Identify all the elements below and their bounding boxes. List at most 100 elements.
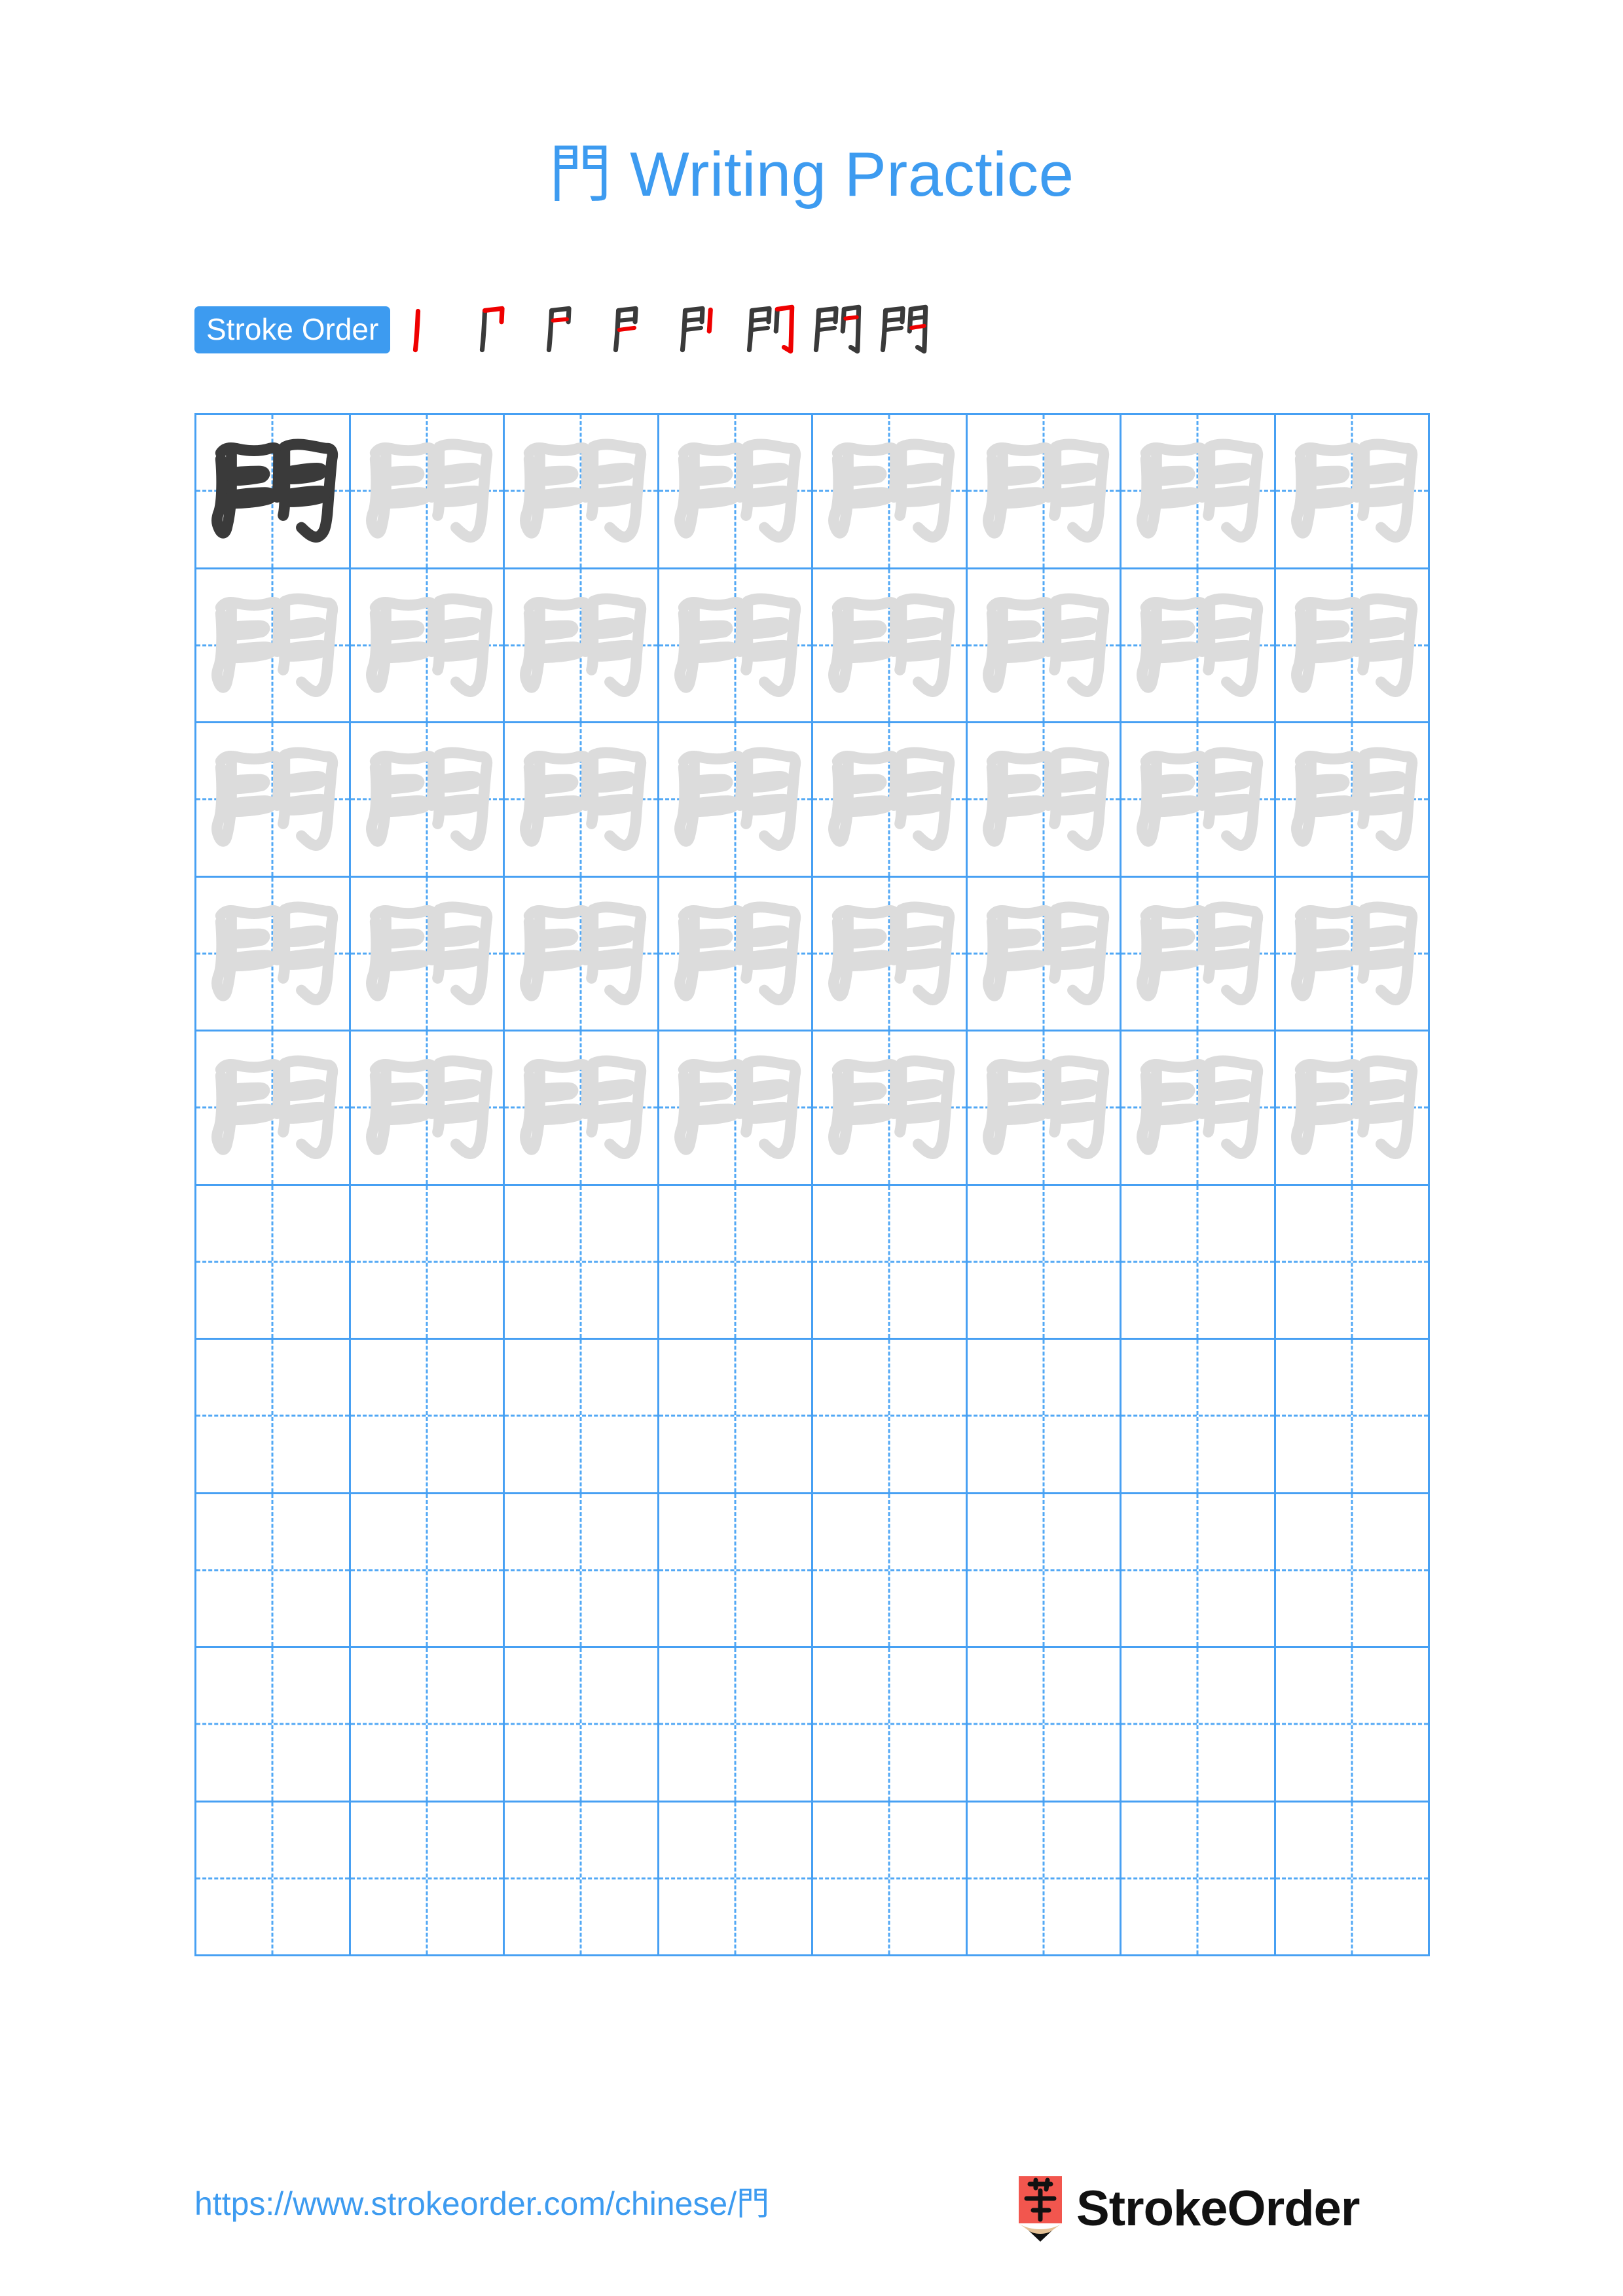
practice-cell[interactable] (659, 1648, 813, 1803)
practice-cell[interactable] (967, 1494, 1122, 1648)
character-glyph (351, 723, 503, 876)
practice-cell[interactable] (1275, 1494, 1430, 1648)
practice-cell[interactable] (505, 1648, 659, 1803)
practice-cell[interactable] (813, 1031, 968, 1186)
practice-cell[interactable] (1122, 1802, 1276, 1956)
practice-cell[interactable] (505, 415, 659, 569)
practice-cell[interactable] (505, 1494, 659, 1648)
practice-cell[interactable] (1275, 723, 1430, 878)
practice-cell[interactable] (350, 1340, 505, 1494)
practice-cell[interactable] (505, 569, 659, 723)
character-glyph (1122, 723, 1274, 876)
practice-cell[interactable] (1122, 415, 1276, 569)
practice-cell[interactable] (813, 1494, 968, 1648)
practice-cell[interactable] (1122, 1031, 1276, 1186)
practice-cell[interactable] (813, 1185, 968, 1340)
practice-cell[interactable] (813, 1340, 968, 1494)
footer-url-link[interactable]: https://www.strokeorder.com/chinese/門 (194, 2184, 769, 2223)
character-glyph (968, 415, 1120, 567)
practice-cell[interactable] (196, 1648, 351, 1803)
practice-cell[interactable] (350, 1648, 505, 1803)
practice-cell[interactable] (505, 1802, 659, 1956)
practice-cell[interactable] (196, 1802, 351, 1956)
practice-cell[interactable] (505, 1340, 659, 1494)
practice-cell[interactable] (505, 723, 659, 878)
practice-cell[interactable] (1275, 1340, 1430, 1494)
practice-cell[interactable] (1122, 1494, 1276, 1648)
practice-cell[interactable] (1122, 723, 1276, 878)
character-glyph (1276, 878, 1429, 1030)
practice-cell[interactable] (967, 877, 1122, 1031)
practice-cell[interactable] (350, 1494, 505, 1648)
practice-cell[interactable] (1122, 877, 1276, 1031)
practice-cell[interactable] (967, 415, 1122, 569)
practice-cell[interactable] (196, 877, 351, 1031)
practice-cell[interactable] (659, 723, 813, 878)
practice-cell[interactable] (350, 1185, 505, 1340)
practice-cell[interactable] (196, 569, 351, 723)
character-glyph (659, 1031, 812, 1184)
practice-cell[interactable] (813, 1648, 968, 1803)
practice-cell[interactable] (350, 1802, 505, 1956)
character-glyph (351, 569, 503, 722)
practice-cell[interactable] (1275, 415, 1430, 569)
brand-logo-group: StrokeOrder (1016, 2173, 1360, 2245)
practice-cell[interactable] (659, 1494, 813, 1648)
character-glyph (968, 1031, 1120, 1184)
practice-cell[interactable] (659, 569, 813, 723)
practice-cell[interactable] (967, 1802, 1122, 1956)
stroke-step-1 (401, 296, 467, 363)
practice-cell[interactable] (505, 1031, 659, 1186)
practice-cell[interactable] (1275, 1802, 1430, 1956)
practice-cell[interactable] (1122, 569, 1276, 723)
character-glyph (196, 878, 349, 1030)
practice-cell[interactable] (196, 1494, 351, 1648)
practice-cell[interactable] (967, 1185, 1122, 1340)
character-glyph (659, 878, 812, 1030)
page-title: 門 Writing Practice (549, 139, 1074, 210)
practice-cell[interactable] (505, 877, 659, 1031)
practice-cell[interactable] (967, 723, 1122, 878)
practice-cell[interactable] (350, 415, 505, 569)
practice-cell[interactable] (659, 415, 813, 569)
practice-cell[interactable] (1122, 1648, 1276, 1803)
character-glyph (505, 1031, 657, 1184)
practice-cell[interactable] (196, 1031, 351, 1186)
practice-cell[interactable] (813, 415, 968, 569)
practice-cell[interactable] (967, 1340, 1122, 1494)
practice-cell[interactable] (350, 569, 505, 723)
practice-cell[interactable] (659, 1185, 813, 1340)
practice-cell[interactable] (813, 569, 968, 723)
practice-cell[interactable] (350, 1031, 505, 1186)
practice-cell[interactable] (967, 1031, 1122, 1186)
practice-cell[interactable] (350, 877, 505, 1031)
practice-cell[interactable] (1275, 1648, 1430, 1803)
practice-cell[interactable] (1275, 1031, 1430, 1186)
practice-cell[interactable] (1275, 877, 1430, 1031)
practice-cell[interactable] (967, 569, 1122, 723)
practice-cell[interactable] (196, 1185, 351, 1340)
practice-cell[interactable] (813, 723, 968, 878)
practice-cell[interactable] (1122, 1185, 1276, 1340)
practice-cell[interactable] (813, 1802, 968, 1956)
practice-cell[interactable] (1275, 569, 1430, 723)
practice-cell[interactable] (659, 1340, 813, 1494)
practice-grid (194, 413, 1430, 1956)
character-glyph (196, 415, 349, 567)
practice-cell[interactable] (813, 877, 968, 1031)
character-glyph (505, 723, 657, 876)
character-glyph (505, 569, 657, 722)
practice-cell[interactable] (659, 1802, 813, 1956)
practice-cell[interactable] (1275, 1185, 1430, 1340)
practice-cell[interactable] (659, 877, 813, 1031)
practice-cell[interactable] (196, 723, 351, 878)
practice-cell[interactable] (505, 1185, 659, 1340)
practice-cell[interactable] (350, 723, 505, 878)
practice-cell[interactable] (659, 1031, 813, 1186)
practice-cell[interactable] (196, 415, 351, 569)
practice-cell[interactable] (1122, 1340, 1276, 1494)
pencil-logo-icon (1016, 2176, 1065, 2242)
practice-cell[interactable] (967, 1648, 1122, 1803)
practice-cell[interactable] (196, 1340, 351, 1494)
character-glyph (968, 878, 1120, 1030)
